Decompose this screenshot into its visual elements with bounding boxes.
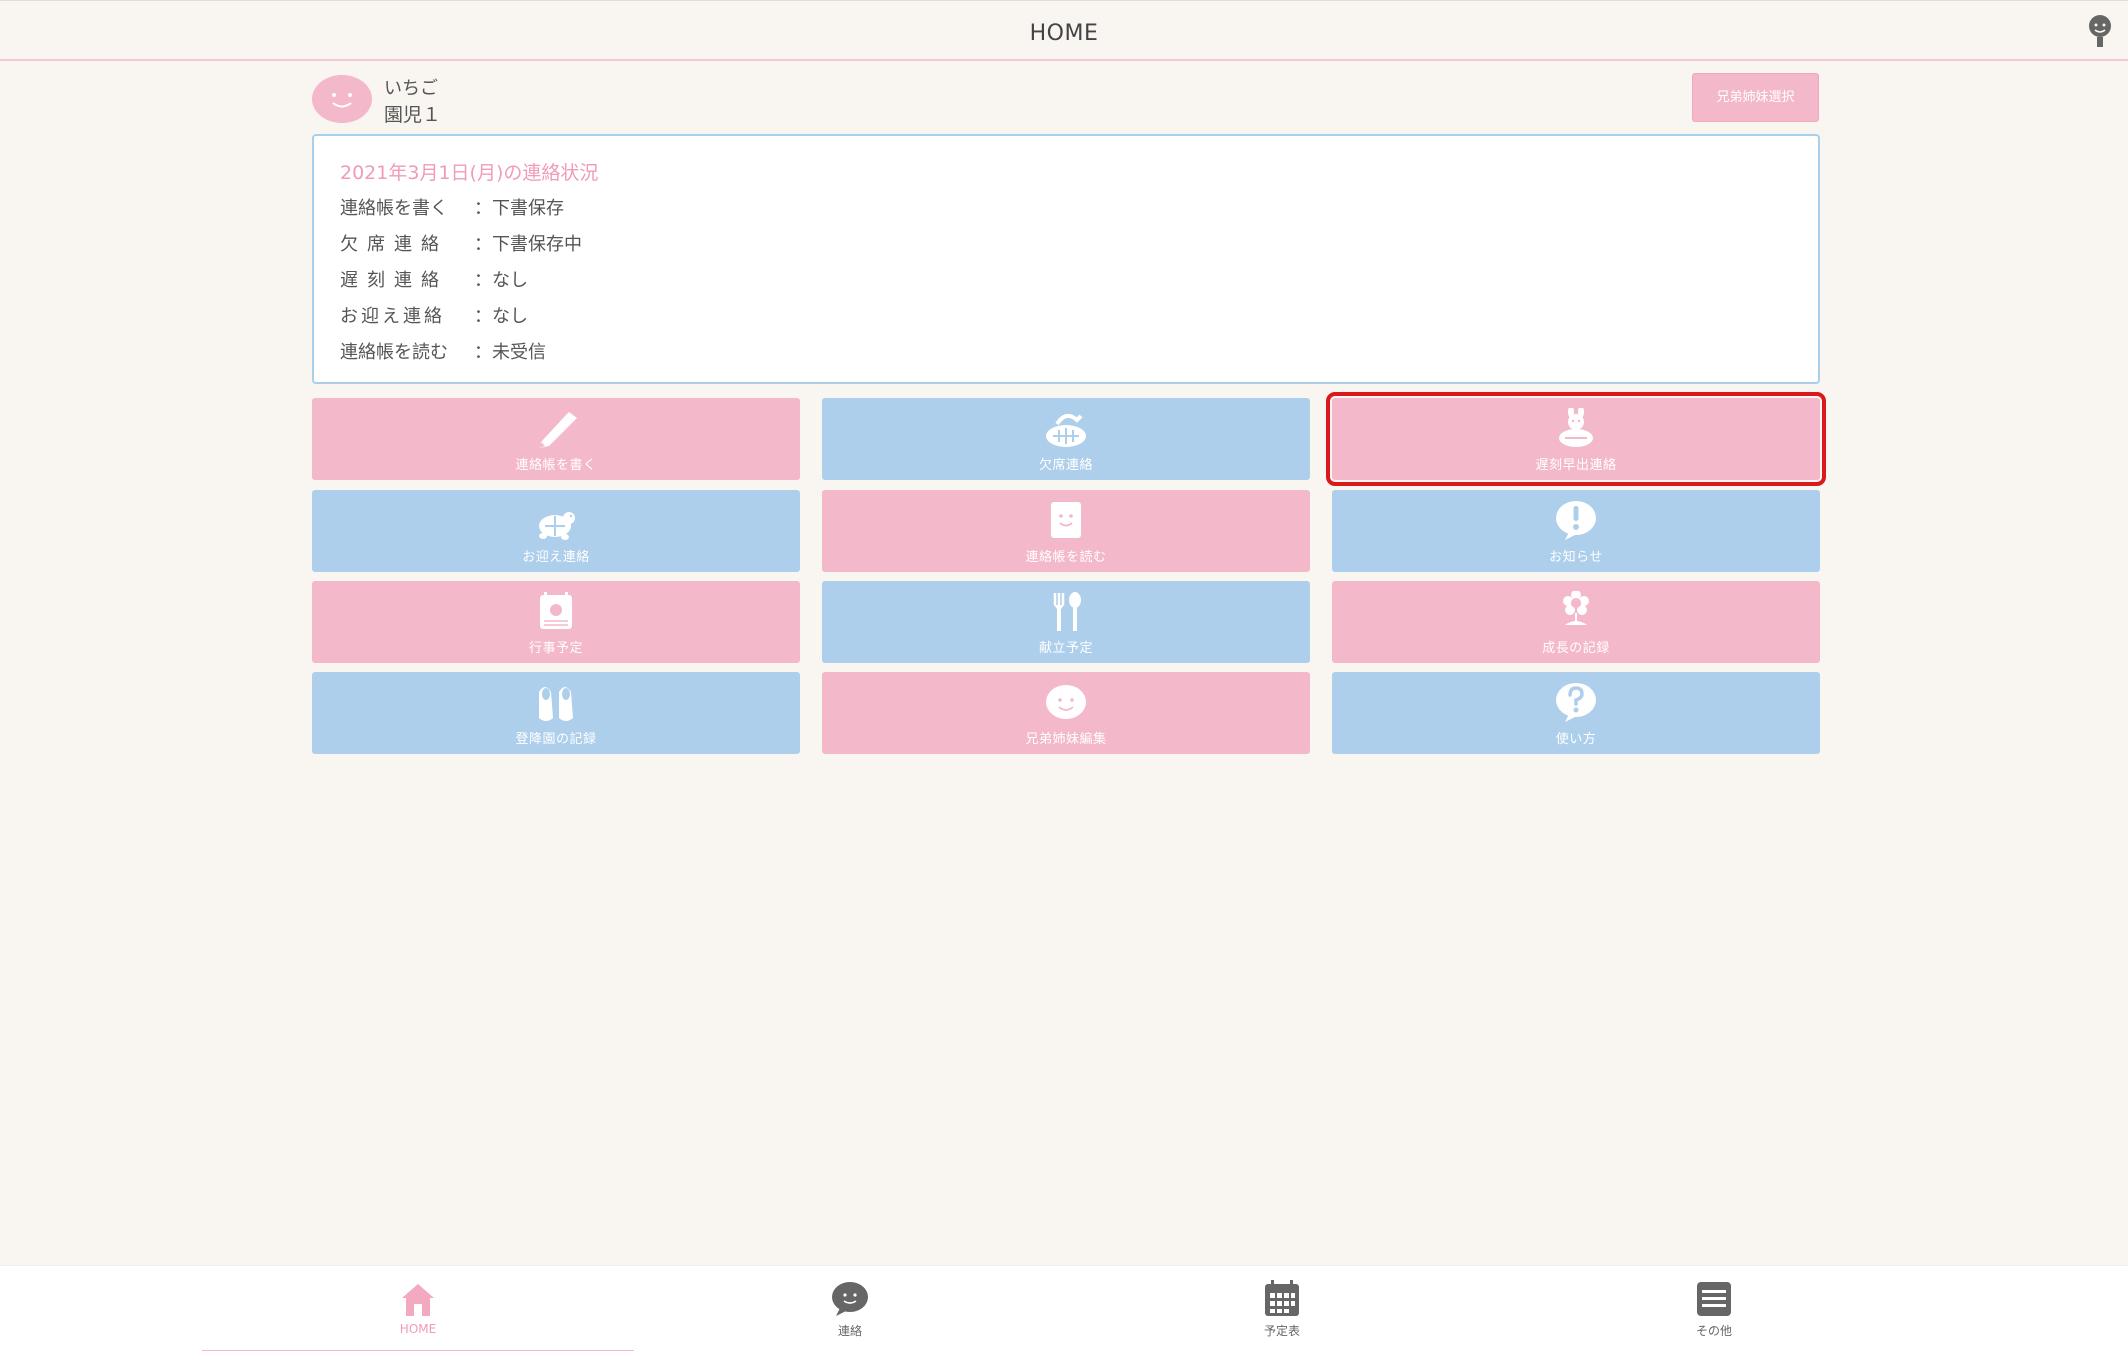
tile-write-notebook[interactable]: 連絡帳を書く: [312, 398, 800, 480]
bottom-nav: HOME 連絡 予定表 その他: [0, 1265, 2128, 1351]
status-key: 連絡帳を書く: [340, 198, 448, 219]
tile-label: 欠席連絡: [1038, 458, 1093, 473]
tile-label: 登降園の記録: [515, 732, 597, 747]
tile-label: 遅刻早出連絡: [1535, 458, 1617, 473]
smile-bubble-icon: [1046, 685, 1086, 719]
menu-list-icon: [1697, 1282, 1731, 1316]
tile-late-early-contact[interactable]: 遅刻早出連絡: [1326, 392, 1826, 486]
flower-icon: [1563, 591, 1589, 625]
pencil-icon: [539, 412, 577, 448]
nav-label: 予定表: [1263, 1324, 1300, 1338]
tile-label: 成長の記録: [1542, 641, 1610, 656]
house-icon: [402, 1284, 434, 1316]
sibling-select-button[interactable]: 兄弟姉妹選択: [1692, 73, 1819, 122]
tile-read-notebook[interactable]: 連絡帳を読む: [822, 490, 1310, 572]
nav-item-contact[interactable]: 連絡: [634, 1266, 1066, 1351]
shoes-icon: [539, 687, 573, 721]
fork-spoon-icon: [1053, 592, 1081, 631]
tile-growth-record[interactable]: 成長の記録: [1332, 581, 1820, 663]
tile-label: お迎え連絡: [522, 550, 590, 565]
status-value: ：下書保存中: [474, 234, 582, 255]
tile-label: 行事予定: [528, 641, 583, 656]
calendar-icon: [540, 592, 572, 629]
tile-how-to-use[interactable]: 使い方: [1332, 672, 1820, 754]
tile-event-schedule[interactable]: 行事予定: [312, 581, 800, 663]
user-avatar-icon[interactable]: [2084, 13, 2116, 47]
nav-label: 連絡: [837, 1324, 862, 1338]
nav-label: その他: [1695, 1324, 1732, 1338]
nav-item-other[interactable]: その他: [1498, 1266, 1930, 1351]
status-row-read: 連絡帳を読む ：未受信: [340, 338, 546, 364]
tile-menu-schedule[interactable]: 献立予定: [822, 581, 1310, 663]
tile-absence-contact[interactable]: 欠席連絡: [822, 398, 1310, 480]
status-key: 欠席連絡: [340, 234, 448, 255]
chat-icon: [832, 1282, 868, 1316]
child-class: 園児１: [384, 104, 442, 126]
status-key: 遅刻連絡: [340, 270, 448, 291]
tile-notices[interactable]: お知らせ: [1332, 490, 1820, 572]
app-header: HOME: [0, 0, 2128, 61]
status-value: ：なし: [474, 306, 528, 327]
tile-sibling-edit[interactable]: 兄弟姉妹編集: [822, 672, 1310, 754]
status-key: お迎え連絡: [340, 306, 445, 327]
child-name: いちご: [384, 78, 438, 99]
question-bubble-icon: [1556, 683, 1596, 722]
notebook-icon: [1051, 502, 1081, 538]
status-row-write: 連絡帳を書く ：下書保存: [340, 194, 564, 220]
turtle-icon: [539, 512, 575, 540]
nav-item-home[interactable]: HOME: [202, 1266, 634, 1351]
tile-attendance-record[interactable]: 登降園の記録: [312, 672, 800, 754]
nav-label: HOME: [399, 1322, 437, 1336]
page-title: HOME: [1029, 21, 1099, 46]
status-row-absence: 欠席連絡 ：下書保存中: [340, 230, 582, 256]
status-row-pickup: お迎え連絡 ：なし: [340, 302, 528, 328]
status-value: ：なし: [474, 270, 528, 291]
status-value: ：未受信: [474, 342, 546, 363]
tile-label: 使い方: [1555, 732, 1597, 747]
tile-label: 連絡帳を書く: [515, 458, 597, 473]
nav-item-schedule[interactable]: 予定表: [1066, 1266, 1498, 1351]
exclamation-bubble-icon: [1556, 501, 1596, 540]
status-value: ：下書保存: [474, 198, 564, 219]
calendar-grid-icon: [1265, 1280, 1299, 1316]
contact-status-panel: 2021年3月1日(月)の連絡状況 連絡帳を書く ：下書保存 欠席連絡 ：下書保存中…: [312, 134, 1820, 384]
tile-label: 連絡帳を読む: [1025, 550, 1107, 565]
tile-pickup-contact[interactable]: お迎え連絡: [312, 490, 800, 572]
status-row-late: 遅刻連絡 ：なし: [340, 266, 528, 292]
tile-label: 兄弟姉妹編集: [1025, 732, 1107, 747]
turtle-sleeping-icon: [1046, 413, 1086, 447]
tile-label: 献立予定: [1038, 641, 1093, 656]
rabbit-turtle-icon: [1559, 408, 1593, 447]
status-key: 連絡帳を読む: [340, 342, 448, 363]
status-title: 2021年3月1日(月)の連絡状況: [340, 162, 599, 184]
child-avatar-icon: [312, 75, 372, 123]
tile-label: お知らせ: [1549, 550, 1603, 565]
